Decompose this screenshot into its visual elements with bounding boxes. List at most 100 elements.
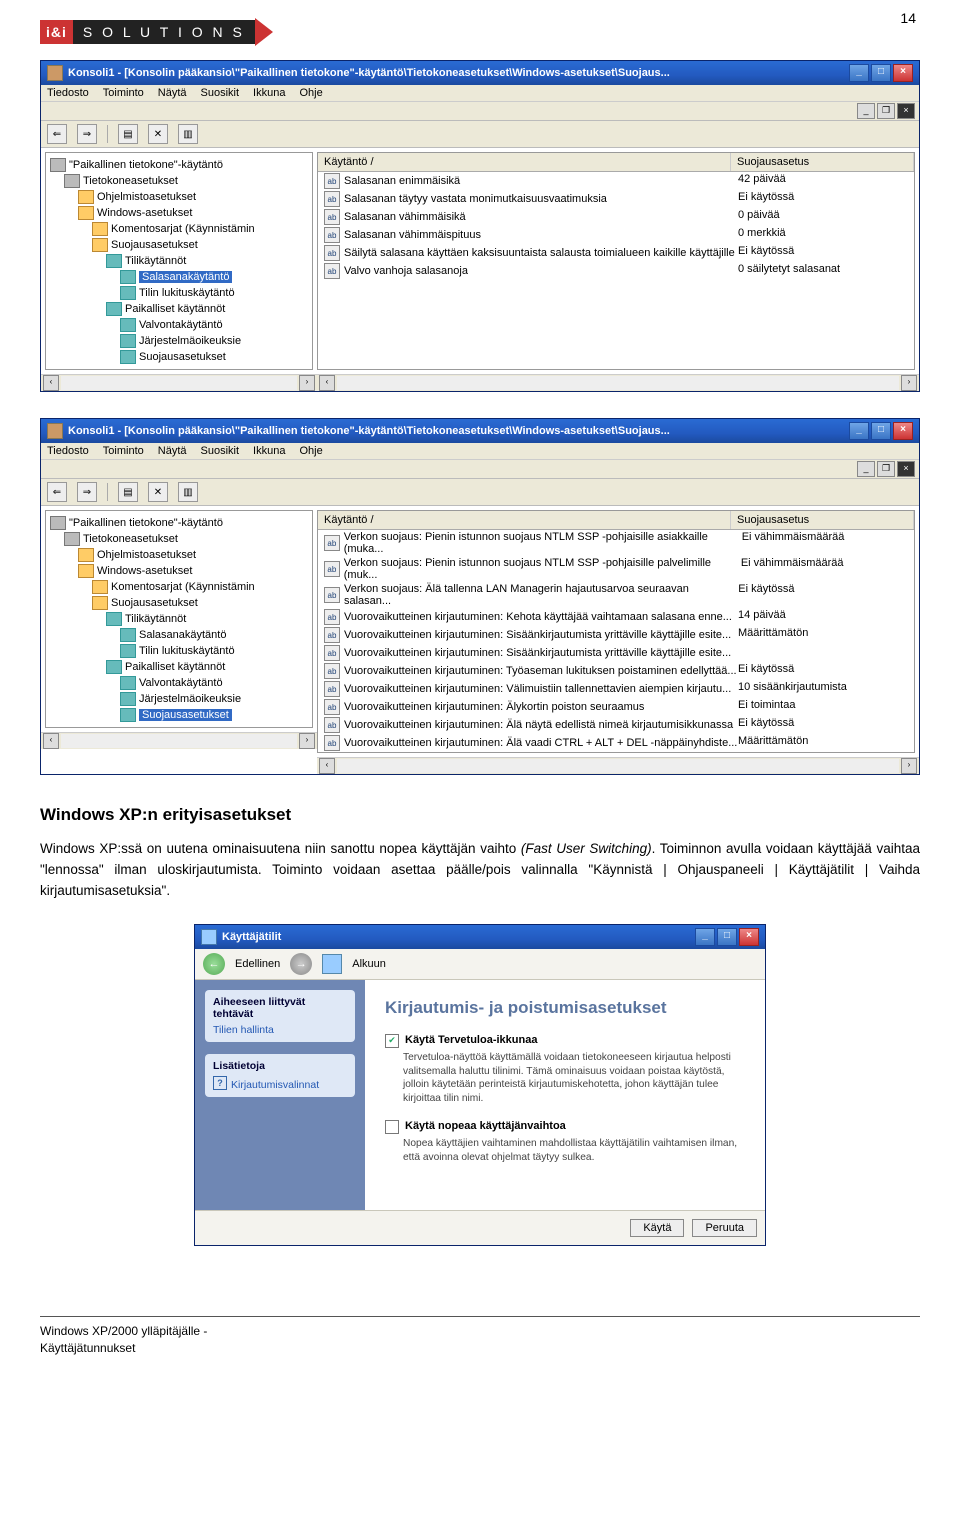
- mdi-minimize-button[interactable]: _: [857, 461, 875, 477]
- policy-row[interactable]: abVerkon suojaus: Pienin istunnon suojau…: [318, 530, 914, 556]
- delete-icon[interactable]: ✕: [148, 124, 168, 144]
- tree-node[interactable]: Tilikäytännöt: [50, 253, 310, 269]
- policy-row[interactable]: abVerkon suojaus: Pienin istunnon suojau…: [318, 556, 914, 582]
- scroll-left-icon[interactable]: ‹: [319, 375, 335, 391]
- back-icon[interactable]: ⇐: [47, 482, 67, 502]
- tree-node[interactable]: "Paikallinen tietokone"-käytäntö: [50, 157, 310, 173]
- col-setting-head[interactable]: Suojausasetus: [731, 511, 914, 529]
- close-button[interactable]: ×: [739, 928, 759, 946]
- scroll-right-icon[interactable]: ›: [901, 375, 917, 391]
- menu-action[interactable]: Toiminto: [103, 445, 144, 457]
- policy-tree[interactable]: "Paikallinen tietokone"-käytäntöTietokon…: [45, 152, 313, 370]
- tree-node[interactable]: Valvontakäytäntö: [50, 675, 310, 691]
- back-icon[interactable]: ⇐: [47, 124, 67, 144]
- tree-node[interactable]: Tilin lukituskäytäntö: [50, 643, 310, 659]
- tree-node[interactable]: Ohjelmistoasetukset: [50, 189, 310, 205]
- minimize-button[interactable]: _: [849, 422, 869, 440]
- mdi-restore-button[interactable]: ❐: [877, 103, 895, 119]
- policy-row[interactable]: abVuorovaikutteinen kirjautuminen: Välim…: [318, 680, 914, 698]
- menu-favorites[interactable]: Suosikit: [201, 87, 240, 99]
- list-view-icon[interactable]: ▤: [118, 124, 138, 144]
- tree-node[interactable]: Valvontakäytäntö: [50, 317, 310, 333]
- tree-node[interactable]: Salasanakäytäntö: [50, 627, 310, 643]
- minimize-button[interactable]: _: [849, 64, 869, 82]
- col-policy-head[interactable]: Käytäntö /: [318, 153, 731, 171]
- policy-row[interactable]: abSalasanan vähimmäispituus0 merkkiä: [318, 226, 914, 244]
- menu-favorites[interactable]: Suosikit: [201, 445, 240, 457]
- sidebox-link[interactable]: Tilien hallinta: [213, 1024, 347, 1036]
- back-button-icon[interactable]: ←: [203, 953, 225, 975]
- policy-row[interactable]: abVuorovaikutteinen kirjautuminen: Älä n…: [318, 716, 914, 734]
- policy-row[interactable]: abVuorovaikutteinen kirjautuminen: Kehot…: [318, 608, 914, 626]
- tree-node[interactable]: Suojausasetukset: [50, 237, 310, 253]
- scroll-right-icon[interactable]: ›: [901, 758, 917, 774]
- tree-node[interactable]: Salasanakäytäntö: [50, 269, 310, 285]
- tree-node[interactable]: Paikalliset käytännöt: [50, 659, 310, 675]
- delete-icon[interactable]: ✕: [148, 482, 168, 502]
- tree-node[interactable]: Tietokoneasetukset: [50, 531, 310, 547]
- policy-row[interactable]: abVuorovaikutteinen kirjautuminen: Työas…: [318, 662, 914, 680]
- tree-node[interactable]: Paikalliset käytännöt: [50, 301, 310, 317]
- properties-icon[interactable]: ▥: [178, 482, 198, 502]
- tree-node[interactable]: Komentosarjat (Käynnistämin: [50, 221, 310, 237]
- policy-row[interactable]: abSalasanan enimmäisikä42 päivää: [318, 172, 914, 190]
- maximize-button[interactable]: □: [871, 422, 891, 440]
- tree-node[interactable]: Suojausasetukset: [50, 707, 310, 723]
- titlebar[interactable]: Konsoli1 - [Konsolin pääkansio\"Paikalli…: [41, 419, 919, 443]
- tree-node[interactable]: Ohjelmistoasetukset: [50, 547, 310, 563]
- scroll-left-icon[interactable]: ‹: [319, 758, 335, 774]
- menu-file[interactable]: Tiedosto: [47, 445, 89, 457]
- policy-row[interactable]: abVerkon suojaus: Älä tallenna LAN Manag…: [318, 582, 914, 608]
- apply-button[interactable]: Käytä: [630, 1219, 684, 1237]
- policy-row[interactable]: abVuorovaikutteinen kirjautuminen: Älä v…: [318, 734, 914, 752]
- tree-node[interactable]: Suojausasetukset: [50, 349, 310, 365]
- tree-node[interactable]: Suojausasetukset: [50, 595, 310, 611]
- menu-view[interactable]: Näytä: [158, 87, 187, 99]
- scroll-right-icon[interactable]: ›: [299, 375, 315, 391]
- mdi-minimize-button[interactable]: _: [857, 103, 875, 119]
- menu-help[interactable]: Ohje: [299, 445, 322, 457]
- scroll-left-icon[interactable]: ‹: [43, 375, 59, 391]
- tree-node[interactable]: Tietokoneasetukset: [50, 173, 310, 189]
- tree-node[interactable]: Tilin lukituskäytäntö: [50, 285, 310, 301]
- scroll-track[interactable]: [337, 376, 899, 390]
- close-button[interactable]: ×: [893, 422, 913, 440]
- scroll-left-icon[interactable]: ‹: [43, 733, 59, 749]
- tree-node[interactable]: Windows-asetukset: [50, 205, 310, 221]
- minimize-button[interactable]: _: [695, 928, 715, 946]
- menu-window[interactable]: Ikkuna: [253, 87, 285, 99]
- policy-row[interactable]: abVuorovaikutteinen kirjautuminen: Sisää…: [318, 626, 914, 644]
- mdi-close-button[interactable]: ×: [897, 461, 915, 477]
- scroll-track[interactable]: [61, 376, 297, 390]
- forward-icon[interactable]: ⇒: [77, 482, 97, 502]
- tree-node[interactable]: Järjestelmäoikeuksie: [50, 691, 310, 707]
- properties-icon[interactable]: ▥: [178, 124, 198, 144]
- mdi-close-button[interactable]: ×: [897, 103, 915, 119]
- policy-row[interactable]: abSalasanan täytyy vastata monimutkaisuu…: [318, 190, 914, 208]
- tree-node[interactable]: Järjestelmäoikeuksie: [50, 333, 310, 349]
- maximize-button[interactable]: □: [717, 928, 737, 946]
- cancel-button[interactable]: Peruuta: [692, 1219, 757, 1237]
- home-label[interactable]: Alkuun: [352, 958, 386, 970]
- menu-view[interactable]: Näytä: [158, 445, 187, 457]
- col-policy-head[interactable]: Käytäntö /: [318, 511, 731, 529]
- policy-row[interactable]: abValvo vanhoja salasanoja0 säilytetyt s…: [318, 262, 914, 280]
- tree-node[interactable]: Komentosarjat (Käynnistämin: [50, 579, 310, 595]
- tree-node[interactable]: Windows-asetukset: [50, 563, 310, 579]
- tree-node[interactable]: "Paikallinen tietokone"-käytäntö: [50, 515, 310, 531]
- titlebar[interactable]: Käyttäjätilit _ □ ×: [195, 925, 765, 949]
- back-label[interactable]: Edellinen: [235, 958, 280, 970]
- titlebar[interactable]: Konsoli1 - [Konsolin pääkansio\"Paikalli…: [41, 61, 919, 85]
- welcome-screen-checkbox[interactable]: ✔: [385, 1034, 399, 1048]
- policy-row[interactable]: abSalasanan vähimmäisikä0 päivää: [318, 208, 914, 226]
- scroll-track[interactable]: [61, 734, 297, 748]
- policy-tree[interactable]: "Paikallinen tietokone"-käytäntöTietokon…: [45, 510, 313, 728]
- list-view-icon[interactable]: ▤: [118, 482, 138, 502]
- tree-node[interactable]: Tilikäytännöt: [50, 611, 310, 627]
- home-icon[interactable]: [322, 954, 342, 974]
- menu-help[interactable]: Ohje: [299, 87, 322, 99]
- maximize-button[interactable]: □: [871, 64, 891, 82]
- close-button[interactable]: ×: [893, 64, 913, 82]
- mdi-restore-button[interactable]: ❐: [877, 461, 895, 477]
- policy-row[interactable]: abVuorovaikutteinen kirjautuminen: Älyko…: [318, 698, 914, 716]
